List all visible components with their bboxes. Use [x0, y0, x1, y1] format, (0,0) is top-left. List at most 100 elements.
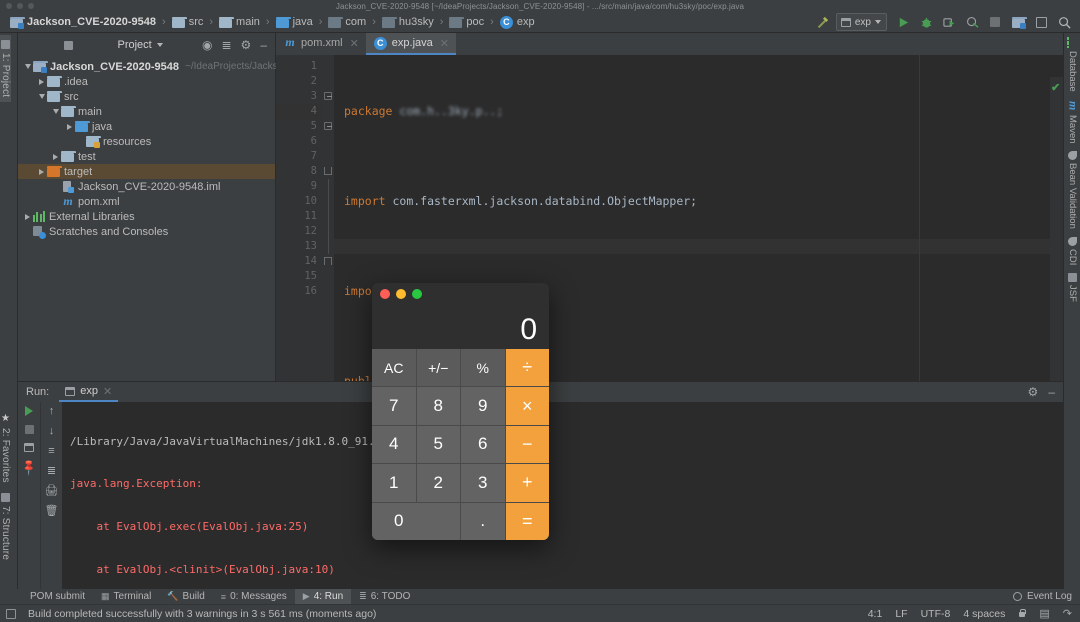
- calc-key-7[interactable]: 7: [372, 387, 416, 425]
- console-output[interactable]: /Library/Java/JavaVirtualMachines/jdk1.8…: [62, 402, 1063, 589]
- gear-icon[interactable]: ⚙: [1028, 386, 1039, 398]
- build-project-button[interactable]: [813, 13, 833, 32]
- sidebar-item-database[interactable]: Database: [1064, 33, 1080, 96]
- toggle-tool-window-button[interactable]: [1031, 13, 1051, 32]
- pin-icon[interactable]: 📌: [20, 458, 38, 477]
- locate-target-icon[interactable]: ◉: [202, 39, 212, 51]
- bottom-item-terminal[interactable]: ▦ Terminal: [93, 589, 159, 604]
- toggle-toolbar-icon[interactable]: [6, 608, 16, 619]
- expand-arrow[interactable]: [36, 168, 47, 175]
- lock-icon[interactable]: [1018, 609, 1027, 618]
- expand-arrow[interactable]: [50, 109, 61, 114]
- close-window-button[interactable]: [6, 3, 12, 9]
- stop-icon[interactable]: [24, 425, 34, 434]
- bottom-item-pom-submit[interactable]: POM submit: [22, 589, 93, 604]
- calc-key-equals[interactable]: =: [505, 502, 549, 540]
- breadcrumb-item-project[interactable]: Jackson_CVE-2020-9548: [8, 12, 158, 33]
- maximize-window-button[interactable]: [28, 3, 34, 9]
- breadcrumb-item-exp[interactable]: C exp: [498, 12, 537, 33]
- sidebar-item-project[interactable]: 1: Project: [0, 35, 11, 103]
- expand-arrow[interactable]: [36, 94, 47, 99]
- calculator-window[interactable]: 0 AC +/− % ÷ 7 8 9 × 4 5 6 − 1 2 3 + 0 .…: [372, 283, 549, 540]
- calc-key-6[interactable]: 6: [461, 425, 505, 464]
- bottom-item-todo[interactable]: ≣ 6: TODO: [351, 589, 418, 604]
- tree-row-src[interactable]: src: [18, 89, 275, 104]
- tree-row-pom[interactable]: m pom.xml: [18, 194, 275, 209]
- bottom-item-build[interactable]: 🔨 Build: [159, 589, 212, 604]
- calc-key-plus[interactable]: +: [505, 464, 549, 502]
- inspection-status-strip[interactable]: ✔: [1050, 77, 1063, 381]
- minimize-window-button[interactable]: [17, 3, 23, 9]
- expand-arrow[interactable]: [36, 78, 47, 85]
- fold-marker-import2[interactable]: [322, 119, 334, 134]
- close-icon[interactable]: ✕: [440, 37, 449, 50]
- breadcrumb-item-java[interactable]: java: [274, 12, 315, 33]
- tree-row-java[interactable]: java: [18, 119, 275, 134]
- calc-key-4[interactable]: 4: [372, 425, 416, 464]
- breadcrumb-item-src[interactable]: src: [170, 12, 206, 33]
- tree-row-idea[interactable]: .idea: [18, 74, 275, 89]
- calc-key-0[interactable]: 0: [372, 502, 460, 540]
- expand-arrow[interactable]: [22, 213, 33, 220]
- tree-row-test[interactable]: test: [18, 149, 275, 164]
- sidebar-item-structure[interactable]: 7: Structure: [0, 488, 11, 565]
- print-icon[interactable]: 🖨: [45, 486, 59, 497]
- soft-wrap-icon[interactable]: ≡: [48, 446, 54, 457]
- breadcrumb-item-poc[interactable]: poc: [447, 12, 486, 33]
- restore-layout-icon[interactable]: [24, 443, 34, 452]
- run-button[interactable]: [893, 13, 913, 32]
- calc-key-decimal[interactable]: .: [461, 502, 505, 540]
- arrow-down-icon[interactable]: ↓: [49, 426, 55, 437]
- hide-panel-icon[interactable]: –: [1048, 386, 1055, 398]
- calc-key-2[interactable]: 2: [416, 464, 460, 502]
- sync-icon[interactable]: ↷: [1063, 607, 1072, 620]
- maximize-window-button[interactable]: [412, 289, 422, 299]
- breadcrumb-item-hu3sky[interactable]: hu3sky: [380, 12, 436, 33]
- calc-key-minus[interactable]: −: [505, 425, 549, 464]
- close-icon[interactable]: ✕: [350, 37, 359, 50]
- run-with-coverage-button[interactable]: [939, 13, 959, 32]
- gear-icon[interactable]: ⚙: [241, 39, 252, 51]
- calc-key-9[interactable]: 9: [461, 387, 505, 425]
- line-separator[interactable]: LF: [895, 608, 907, 620]
- tab-exp-java[interactable]: C exp.java ✕: [365, 33, 456, 55]
- sidebar-item-favorites[interactable]: ★ 2: Favorites: [0, 408, 11, 488]
- code-folding-strip[interactable]: [322, 55, 334, 381]
- window-controls[interactable]: [6, 3, 34, 9]
- fold-marker-method[interactable]: [322, 164, 334, 179]
- tree-row-main[interactable]: main: [18, 104, 275, 119]
- caret-position[interactable]: 4:1: [868, 608, 883, 620]
- expand-arrow[interactable]: [22, 64, 33, 69]
- run-configuration-selector[interactable]: exp: [835, 13, 887, 31]
- fold-marker-end[interactable]: [322, 254, 334, 269]
- tree-row-iml[interactable]: Jackson_CVE-2020-9548.iml: [18, 179, 275, 194]
- sidebar-item-maven[interactable]: m Maven: [1064, 96, 1080, 148]
- sidebar-item-bean-validation[interactable]: Bean Validation: [1064, 147, 1080, 233]
- editor-gutter[interactable]: 1 2 3 4 5 6 7 8 9 10 11 12 13 14 15 16: [276, 55, 332, 381]
- breadcrumb-item-main[interactable]: main: [217, 12, 262, 33]
- calc-key-divide[interactable]: ÷: [505, 349, 549, 387]
- expand-arrow[interactable]: [64, 123, 75, 130]
- database-status-icon[interactable]: ▤: [1039, 607, 1049, 620]
- tree-row-external-libraries[interactable]: External Libraries: [18, 209, 275, 224]
- tree-row-target[interactable]: target: [18, 164, 275, 179]
- close-window-button[interactable]: [380, 289, 390, 299]
- chevron-down-icon[interactable]: [156, 43, 163, 47]
- calc-key-3[interactable]: 3: [461, 464, 505, 502]
- expand-arrow[interactable]: [50, 153, 61, 160]
- search-everywhere-button[interactable]: [1054, 13, 1074, 32]
- clear-all-icon[interactable]: 🗑: [45, 506, 59, 517]
- indent-setting[interactable]: 4 spaces: [963, 608, 1005, 620]
- file-encoding[interactable]: UTF-8: [921, 608, 951, 620]
- minimize-window-button[interactable]: [396, 289, 406, 299]
- calc-key-ac[interactable]: AC: [372, 349, 416, 387]
- scroll-to-end-icon[interactable]: ≣: [47, 466, 56, 477]
- tree-row-scratches[interactable]: Scratches and Consoles: [18, 224, 275, 239]
- update-project-button[interactable]: [1008, 13, 1028, 32]
- calc-key-1[interactable]: 1: [372, 464, 416, 502]
- close-icon[interactable]: ✕: [103, 385, 112, 398]
- breadcrumb-item-com[interactable]: com: [326, 12, 368, 33]
- fold-marker-import[interactable]: [322, 89, 334, 104]
- sidebar-item-cdi[interactable]: CDI: [1064, 233, 1080, 269]
- project-tree[interactable]: Jackson_CVE-2020-9548 ~/IdeaProjects/Jac…: [18, 57, 283, 239]
